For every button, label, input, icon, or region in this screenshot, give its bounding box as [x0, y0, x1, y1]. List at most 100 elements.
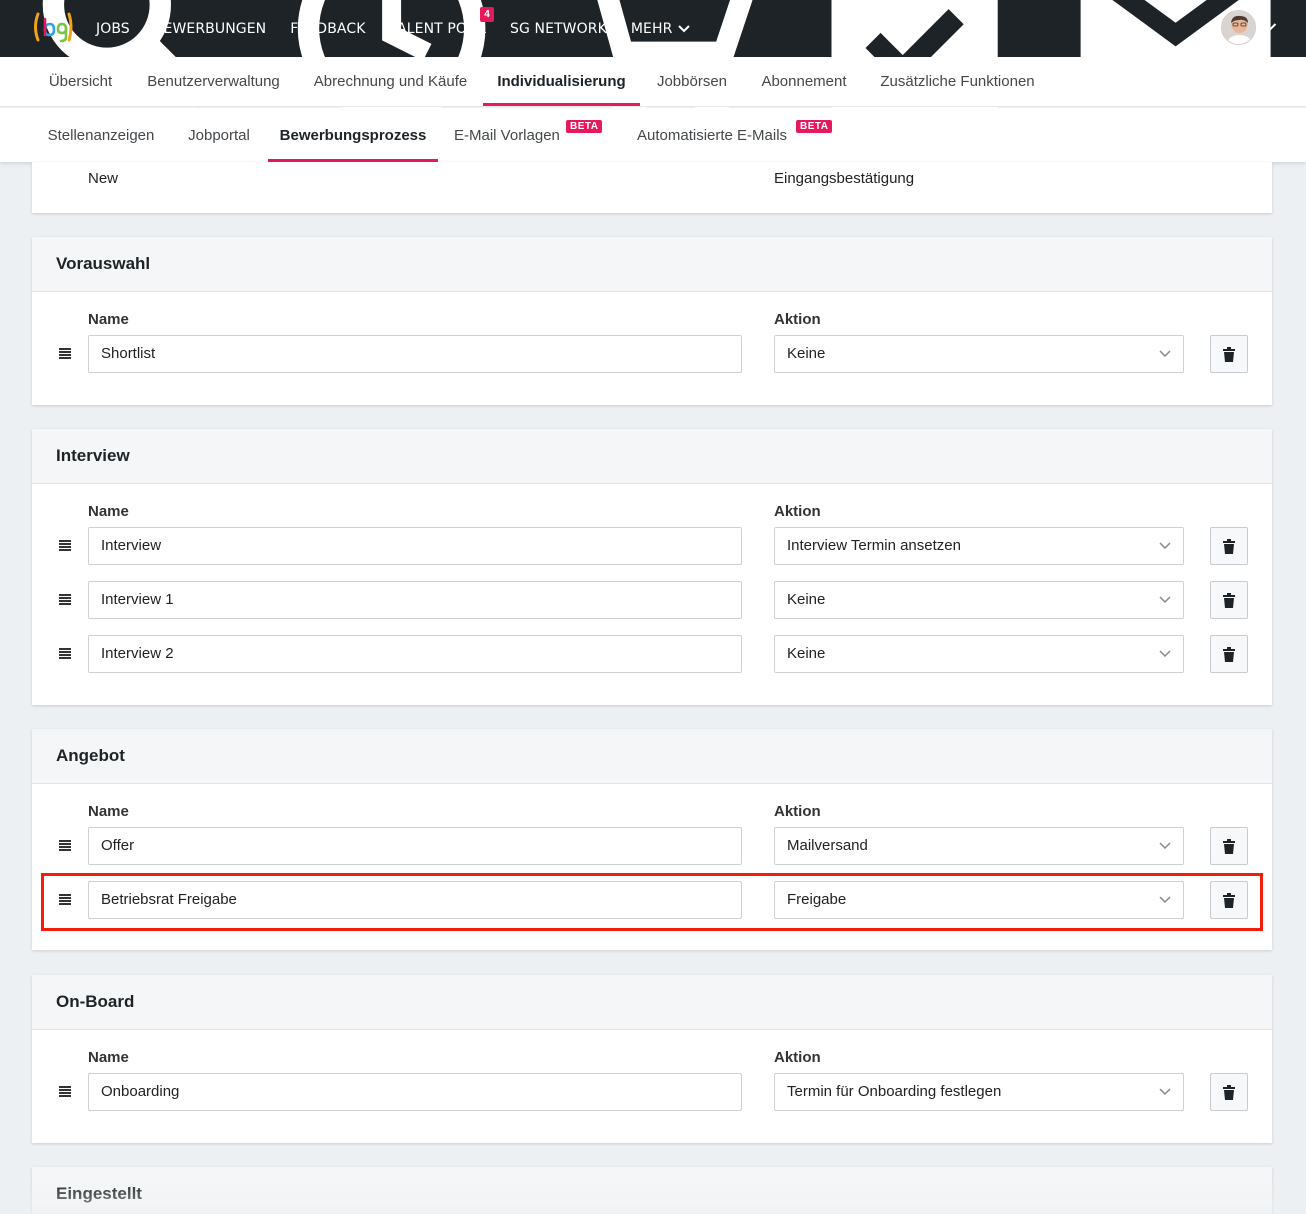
tab-label: Zusätzliche Funktionen: [880, 73, 1035, 90]
tab-label: Stellenanzeigen: [47, 126, 155, 144]
top-navbar: JOBS BEWERBUNGEN FEEDBACK TALENT POOL 4 S…: [0, 0, 1306, 124]
trash-icon: [1223, 838, 1235, 854]
select-value: Keine: [787, 591, 826, 608]
tab-label: Jobportal: [188, 126, 250, 144]
drag-handle-icon[interactable]: [59, 1086, 71, 1097]
drag-handle-icon[interactable]: [59, 594, 71, 605]
chevron-down-icon: [1159, 1088, 1171, 1096]
primary-tab-bar: Übersicht Benutzerverwaltung Abrechnung …: [0, 57, 1306, 107]
tab-label: Automatisierte E-Mails: [637, 126, 788, 144]
trash-icon: [1223, 646, 1235, 662]
nav-sg-network[interactable]: SG NETWORK: [510, 21, 607, 37]
trash-icon: [1223, 1084, 1235, 1100]
delete-button[interactable]: [1210, 827, 1248, 865]
stage-card-angebot: Angebot Name Aktion Offer Mailversand Be…: [32, 729, 1272, 950]
tab-label: Abonnement: [761, 73, 847, 90]
tab-benutzerverwaltung[interactable]: Benutzerverwaltung: [129, 57, 298, 106]
name-column-label: Name: [88, 803, 129, 820]
tab-stellenanzeigen[interactable]: Stellenanzeigen: [32, 108, 170, 162]
select-value: Termin für Onboarding festlegen: [787, 1083, 1002, 1100]
stage-card-onboard: On-Board Name Aktion Onboarding Termin f…: [32, 975, 1272, 1143]
stage-card-new: New Eingangsbestätigung: [32, 162, 1272, 213]
tab-abrechnung[interactable]: Abrechnung und Käufe: [298, 57, 483, 106]
stage-name-input[interactable]: Onboarding: [88, 1073, 742, 1111]
tab-label: Bewerbungsprozess: [279, 126, 427, 144]
section-title: Eingestellt: [32, 1167, 1272, 1214]
nav-talent-pool-label: TALENT POOL: [389, 20, 487, 37]
stage-action-select[interactable]: Interview Termin ansetzen: [774, 527, 1184, 565]
stage-action-select[interactable]: Freigabe: [774, 881, 1184, 919]
trash-icon: [1223, 346, 1235, 362]
drag-handle-icon[interactable]: [59, 540, 71, 551]
secondary-tab-bar: Stellenanzeigen Jobportal Bewerbungsproz…: [0, 108, 1306, 162]
section-title: Interview: [32, 429, 1272, 484]
tab-label: Benutzerverwaltung: [147, 73, 280, 90]
drag-handle-icon[interactable]: [59, 348, 71, 359]
delete-button[interactable]: [1210, 581, 1248, 619]
tab-automatisierte-emails[interactable]: Automatisierte E-Mails: [621, 108, 805, 162]
stage-card-eingestellt: Eingestellt: [32, 1167, 1272, 1214]
tab-uebersicht[interactable]: Übersicht: [32, 57, 129, 106]
nav-talent-pool[interactable]: TALENT POOL 4: [389, 6, 495, 37]
tab-label: Jobbörsen: [656, 73, 728, 90]
delete-button[interactable]: [1210, 1073, 1248, 1111]
trash-icon: [1223, 592, 1235, 608]
delete-button[interactable]: [1210, 635, 1248, 673]
select-value: Mailversand: [787, 837, 868, 854]
tab-zusaetzliche-funktionen[interactable]: Zusätzliche Funktionen: [864, 57, 1051, 106]
nav-mehr[interactable]: MEHR: [631, 21, 691, 37]
tab-jobportal[interactable]: Jobportal: [170, 108, 268, 162]
action-column-label: Aktion: [774, 503, 821, 520]
stage-action-select[interactable]: Mailversand: [774, 827, 1184, 865]
main-nav: JOBS BEWERBUNGEN FEEDBACK TALENT POOL 4 S…: [96, 0, 714, 57]
tab-jobboersen[interactable]: Jobbörsen: [640, 57, 744, 106]
tab-abonnement[interactable]: Abonnement: [744, 57, 864, 106]
nav-jobs[interactable]: JOBS: [96, 21, 130, 37]
company-logo[interactable]: [32, 10, 74, 44]
stage-action-select[interactable]: Termin für Onboarding festlegen: [774, 1073, 1184, 1111]
stage-action-select[interactable]: Keine: [774, 335, 1184, 373]
talent-pool-count-badge: 4: [480, 6, 495, 22]
drag-handle-icon[interactable]: [59, 648, 71, 659]
stage-card-vorauswahl: Vorauswahl Name Aktion Shortlist Keine: [32, 237, 1272, 405]
stage-name-input[interactable]: Shortlist: [88, 335, 742, 373]
select-value: Freigabe: [787, 891, 847, 908]
stage-row: Interview 1 Keine: [32, 581, 1272, 619]
delete-button[interactable]: [1210, 527, 1248, 565]
action-column-label: Aktion: [774, 803, 821, 820]
chevron-down-icon: [678, 24, 691, 32]
beta-badge: BETA: [796, 120, 833, 133]
nav-feedback[interactable]: FEEDBACK: [290, 21, 365, 37]
drag-handle-icon[interactable]: [59, 894, 71, 905]
section-title: Vorauswahl: [32, 237, 1272, 292]
tab-email-vorlagen[interactable]: E-Mail Vorlagen: [438, 108, 574, 162]
stage-row: Interview 2 Keine: [32, 635, 1272, 673]
stage-action-select[interactable]: Keine: [774, 635, 1184, 673]
chevron-down-icon[interactable]: [1263, 22, 1277, 32]
tab-label: Übersicht: [48, 73, 113, 90]
stage-name-input[interactable]: Offer: [88, 827, 742, 865]
nav-jobs-label: JOBS: [96, 20, 130, 37]
nav-bewerbungen[interactable]: BEWERBUNGEN: [154, 21, 266, 37]
stage-action-select[interactable]: Keine: [774, 581, 1184, 619]
chevron-down-icon: [1159, 596, 1171, 604]
user-avatar[interactable]: [1221, 10, 1256, 45]
tab-bewerbungsprozess[interactable]: Bewerbungsprozess: [268, 108, 438, 162]
section-title: On-Board: [32, 975, 1272, 1030]
stage-row: Offer Mailversand: [32, 827, 1272, 865]
nav-bewerbungen-label: BEWERBUNGEN: [153, 20, 267, 37]
name-column-label: Name: [88, 503, 129, 520]
nav-feedback-label: FEEDBACK: [290, 20, 366, 37]
stage-name-input[interactable]: Interview: [88, 527, 742, 565]
action-column-label: Aktion: [774, 1049, 821, 1066]
stage-name-input[interactable]: Interview 1: [88, 581, 742, 619]
chevron-down-icon: [1159, 542, 1171, 550]
stage-row: Shortlist Keine: [32, 335, 1272, 373]
tab-label: Abrechnung und Käufe: [313, 73, 468, 90]
stage-name-input[interactable]: Betriebsrat Freigabe: [88, 881, 742, 919]
delete-button[interactable]: [1210, 881, 1248, 919]
drag-handle-icon[interactable]: [59, 840, 71, 851]
tab-individualisierung[interactable]: Individualisierung: [483, 57, 640, 106]
stage-name-input[interactable]: Interview 2: [88, 635, 742, 673]
delete-button[interactable]: [1210, 335, 1248, 373]
